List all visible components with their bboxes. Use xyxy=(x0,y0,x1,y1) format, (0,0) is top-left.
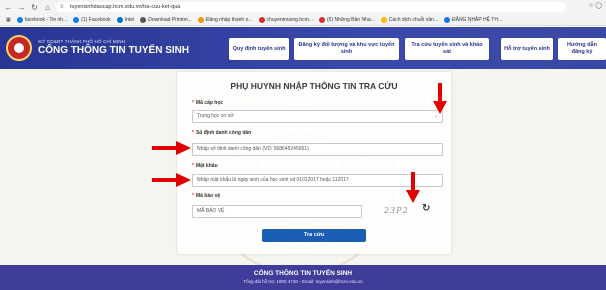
bookmark-item[interactable]: Đăng nhập thanh o... xyxy=(197,16,253,23)
arrow-annotation-id xyxy=(152,141,191,155)
bookmark-favicon xyxy=(258,16,265,23)
bookmark-item[interactable]: Cách dịch chuỗi văn... xyxy=(380,16,438,23)
required-mark: * xyxy=(192,193,194,199)
bookmark-item[interactable]: chuyenmuong.hcm... xyxy=(258,16,313,23)
password-label: * Mật khẩu xyxy=(192,163,218,169)
bookmark-item[interactable]: (6) Những Bản Nha... xyxy=(318,16,375,23)
logo-emblem-icon xyxy=(14,43,24,53)
browser-toolbar: ← → ↻ ⌂ ≡ tuyensinhdaucap.hcm.edu.vn/tra… xyxy=(0,0,606,14)
org-name: SỞ GD&ĐT THÀNH PHỐ HỒ CHÍ MINH xyxy=(38,39,126,44)
portal-title[interactable]: CỔNG THÔNG TIN TUYỂN SINH xyxy=(38,45,189,56)
required-mark: * xyxy=(192,100,194,106)
footer-title: CỔNG THÔNG TIN TUYỂN SINH xyxy=(253,270,353,277)
bookmark-item[interactable]: (1) Facebook xyxy=(73,16,111,23)
home-icon[interactable]: ⌂ xyxy=(43,3,52,12)
bookmark-item[interactable]: Intel xyxy=(116,16,134,23)
nav-huong-dan[interactable]: Hướng dẫn đăng ký xyxy=(558,38,606,60)
nav-ho-tro[interactable]: Hỗ trợ tuyển sinh xyxy=(501,38,553,60)
back-icon[interactable]: ← xyxy=(4,3,13,12)
form-title: PHỤ HUYNH NHẬP THÔNG TIN TRA CỨU xyxy=(230,81,398,91)
browser-actions: ☆ ◯ xyxy=(588,2,602,9)
site-footer: CỔNG THÔNG TIN TUYỂN SINH Tổng đài hỗ tr… xyxy=(0,265,606,290)
required-mark: * xyxy=(192,130,194,136)
bookmark-favicon xyxy=(140,16,147,23)
bookmark-item[interactable]: ĐĂNG NHẬP HỆ TH... xyxy=(444,16,502,23)
address-bar[interactable]: ≡ tuyensinhdaucap.hcm.edu.vn/tra-cuu-ket… xyxy=(56,2,566,12)
bookmark-favicon xyxy=(116,16,123,23)
apps-icon[interactable]: ▦ xyxy=(6,17,11,23)
nav-tra-cuu[interactable]: Tra cứu tuyển sinh và khảo sát xyxy=(405,38,489,60)
nav-dang-ky[interactable]: Đăng ký đối tượng và khu vực tuyển sinh xyxy=(294,38,399,60)
bookmark-favicon xyxy=(318,16,325,23)
captcha-input[interactable]: MÃ BẢO VỆ xyxy=(192,205,362,218)
bookmark-item[interactable]: facebook - Tin nh... xyxy=(16,16,67,23)
site-logo[interactable] xyxy=(6,35,32,61)
captcha-image: 23P2 xyxy=(384,206,409,215)
arrow-annotation-password xyxy=(152,173,191,187)
nav-quy-dinh[interactable]: Quy định tuyển sinh xyxy=(229,38,289,60)
captcha-label: * Mã bảo vệ xyxy=(192,193,221,199)
id-label: * Số định danh công dân xyxy=(192,130,252,136)
required-mark: * xyxy=(192,163,194,169)
refresh-captcha-icon[interactable]: ↻ xyxy=(422,203,430,214)
bookmark-favicon xyxy=(73,16,80,23)
bookmarks-bar: ▦ facebook - Tin nh... (1) Facebook Inte… xyxy=(0,14,606,26)
footer-contact: Tổng đài hỗ trợ: 1900 4740 - Email: tuye… xyxy=(243,279,363,284)
arrow-annotation-level xyxy=(433,83,447,114)
url-text: tuyensinhdaucap.hcm.edu.vn/tra-cuu-ket-q… xyxy=(70,4,181,10)
lookup-submit-button[interactable]: Tra cứu xyxy=(262,229,366,242)
forward-icon[interactable]: → xyxy=(17,3,26,12)
bookmark-favicon xyxy=(380,16,387,23)
reload-icon[interactable]: ↻ xyxy=(30,3,39,12)
level-select[interactable]: Trung học cơ sở ⌄ xyxy=(192,110,443,123)
site-info-icon[interactable]: ≡ xyxy=(60,2,64,12)
arrow-annotation-captcha xyxy=(406,172,420,203)
bookmark-favicon xyxy=(197,16,204,23)
bookmark-favicon xyxy=(444,16,450,23)
bookmark-favicon xyxy=(16,16,23,23)
lookup-form: PHỤ HUYNH NHẬP THÔNG TIN TRA CỨU * Mã cấp… xyxy=(177,72,451,254)
bookmark-item[interactable]: Download Printon... xyxy=(140,16,192,23)
citizen-id-input[interactable]: Nhập số định danh công dân (VD: 56864524… xyxy=(192,143,443,156)
site-header: SỞ GD&ĐT THÀNH PHỐ HỒ CHÍ MINH CỔNG THÔN… xyxy=(0,27,606,69)
level-label: * Mã cấp học xyxy=(192,100,224,106)
star-icon[interactable]: ☆ xyxy=(588,3,593,9)
profile-icon[interactable]: ◯ xyxy=(595,3,602,9)
